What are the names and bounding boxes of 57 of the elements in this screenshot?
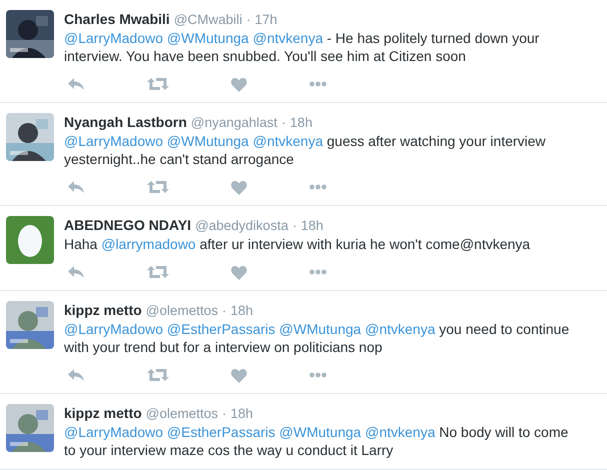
heart-icon[interactable] bbox=[231, 76, 247, 92]
retweet-icon[interactable] bbox=[147, 265, 169, 279]
separator-dot: · bbox=[222, 303, 227, 318]
tweet-text: Haha @larrymadowo after ur interview with kuria he won't come@ntvkenya bbox=[64, 235, 532, 253]
user-name[interactable]: kippz metto bbox=[64, 302, 142, 318]
mention-link[interactable]: @WMutunga bbox=[166, 30, 249, 46]
retweet-icon[interactable] bbox=[147, 368, 169, 382]
mention-link[interactable]: @larrymadowo bbox=[101, 236, 196, 252]
tweet-time[interactable]: 18h bbox=[230, 406, 254, 421]
reply-icon[interactable] bbox=[67, 180, 85, 194]
separator-dot: · bbox=[246, 12, 251, 27]
user-handle[interactable]: @olemettos bbox=[146, 303, 218, 318]
separator-dot: · bbox=[281, 115, 286, 130]
more-icon[interactable] bbox=[309, 372, 327, 378]
user-name[interactable]: Charles Mwabili bbox=[64, 11, 170, 27]
reply-icon[interactable] bbox=[67, 77, 85, 91]
retweet-icon[interactable] bbox=[147, 180, 169, 194]
user-handle[interactable]: @abedydikosta bbox=[195, 218, 288, 233]
retweet-icon[interactable] bbox=[147, 77, 169, 91]
user-handle[interactable]: @CMwabili bbox=[174, 12, 242, 27]
user-name[interactable]: kippz metto bbox=[64, 405, 142, 421]
more-icon[interactable] bbox=[309, 81, 327, 87]
separator-dot: · bbox=[292, 218, 297, 233]
egg-avatar-icon bbox=[6, 216, 54, 264]
mention-link[interactable]: @WMutunga bbox=[279, 424, 362, 440]
tweet-time[interactable]: 18h bbox=[300, 218, 324, 233]
user-handle[interactable]: @olemettos bbox=[146, 406, 218, 421]
user-name[interactable]: Nyangah Lastborn bbox=[64, 114, 187, 130]
heart-icon[interactable] bbox=[231, 180, 247, 194]
reply-icon[interactable] bbox=[67, 265, 85, 279]
more-icon[interactable] bbox=[309, 184, 327, 190]
mention-link[interactable]: @ntvkenya bbox=[364, 424, 436, 440]
mention-link[interactable]: @LarryMadowo bbox=[64, 133, 164, 149]
mention-link[interactable]: @WMutunga bbox=[279, 321, 362, 337]
mention-link[interactable]: @ntvkenya bbox=[364, 321, 436, 337]
user-name[interactable]: ABEDNEGO NDAYI bbox=[64, 217, 192, 233]
reply-icon[interactable] bbox=[67, 368, 85, 382]
mention-link[interactable]: @LarryMadowo bbox=[64, 30, 164, 46]
heart-icon[interactable] bbox=[231, 264, 247, 280]
more-icon[interactable] bbox=[309, 269, 327, 275]
tweet-text: @LarryMadowo @WMutunga @ntvkenya guess after watching your interview yesternight..he can't stand arrogance bbox=[64, 132, 547, 168]
tweet-time[interactable]: 17h bbox=[254, 12, 278, 27]
tweet-text: @LarryMadowo @EstherPassaris @WMutunga @ntvkenya you need to continue with your trend but for a interview on politicians nop bbox=[64, 320, 570, 356]
mention-link[interactable]: @LarryMadowo bbox=[64, 424, 164, 440]
tweet-text: @LarryMadowo @EstherPassaris @WMutunga @ntvkenya No body will to come to your interview maze cos the way u conduct it Larry bbox=[64, 423, 570, 459]
mention-link[interactable]: @ntvkenya bbox=[252, 30, 323, 46]
tweet-time[interactable]: 18h bbox=[290, 115, 312, 130]
separator-dot: · bbox=[222, 406, 227, 421]
mention-link[interactable]: @EstherPassaris bbox=[166, 321, 276, 337]
user-handle[interactable]: @nyangahlast bbox=[190, 115, 278, 130]
tweet-text: @LarryMadowo @WMutunga @ntvkenya - He has politely turned down your interview. You have been snubbed. You'll see him at Citizen soon bbox=[64, 29, 540, 65]
tweet-time[interactable]: 18h bbox=[230, 303, 254, 318]
mention-link[interactable]: @WMutunga bbox=[166, 133, 249, 149]
heart-icon[interactable] bbox=[231, 368, 247, 382]
mention-link[interactable]: @EstherPassaris bbox=[166, 424, 276, 440]
mention-link[interactable]: @LarryMadowo bbox=[64, 321, 164, 337]
mention-link[interactable]: @ntvkenya bbox=[252, 133, 323, 149]
